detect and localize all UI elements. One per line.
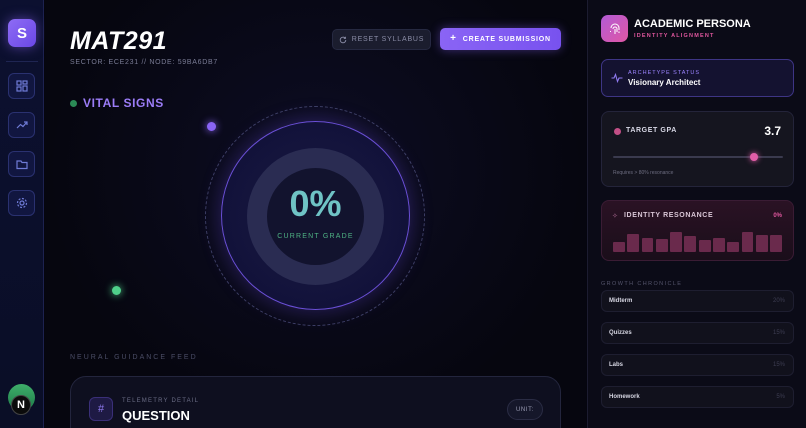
app-logo[interactable]: S — [8, 19, 36, 47]
chronicle-item[interactable]: Labs 15% — [601, 354, 794, 376]
settings-icon — [16, 197, 27, 209]
resonance-bar — [741, 231, 754, 252]
nav-files-button[interactable] — [8, 151, 35, 177]
nav-dashboard-button[interactable] — [8, 73, 35, 99]
resonance-bar — [641, 237, 654, 252]
floating-orb-purple — [207, 122, 216, 131]
hash-glyph: # — [97, 403, 105, 415]
identity-resonance-label: IDENTITY RESONANCE — [624, 212, 714, 219]
avatar-badge[interactable]: N — [11, 395, 31, 415]
unit-label: UNIT: — [516, 406, 534, 413]
sparkle-icon: ✧ — [612, 213, 618, 220]
pulse-icon — [611, 72, 623, 84]
chronicle-item[interactable]: Midterm 20% — [601, 290, 794, 312]
resonance-bar — [770, 235, 782, 252]
current-grade-label: CURRENT GRADE — [277, 233, 354, 240]
nav-settings-button[interactable] — [8, 190, 35, 216]
target-gpa-value: 3.7 — [764, 124, 781, 138]
chronicle-item-weight: 15% — [772, 362, 785, 368]
chronicle-item-weight: 5% — [776, 394, 785, 400]
identity-resonance-value: 0% — [773, 213, 782, 219]
chronicle-item-name: Labs — [609, 362, 624, 368]
fingerprint-icon — [601, 15, 628, 42]
chronicle-item-name: Homework — [609, 394, 640, 400]
create-submission-button[interactable]: + CREATE SUBMISSION — [440, 28, 561, 50]
chronicle-item-name: Quizzes — [609, 330, 632, 336]
persona-panel: ACADEMIC PERSONA IDENTITY ALIGNMENT ARCH… — [587, 0, 806, 428]
rail-divider — [6, 61, 38, 62]
resonance-bar — [698, 240, 711, 252]
target-gpa-label: TARGET GPA — [626, 127, 677, 134]
growth-chronicle-heading: GROWTH CHRONICLE — [601, 281, 683, 287]
dashboard-icon — [15, 80, 28, 92]
resonance-bar — [670, 231, 682, 252]
nav-analytics-button[interactable] — [8, 112, 35, 138]
resonance-bar — [627, 234, 640, 252]
unit-selector[interactable]: UNIT: — [507, 399, 543, 420]
hash-icon: # — [89, 397, 113, 421]
chronicle-item[interactable]: Quizzes 15% — [601, 322, 794, 344]
refresh-icon — [339, 36, 346, 43]
target-gpa-note: Requires > 80% resonance — [613, 170, 674, 176]
create-submission-label: CREATE SUBMISSION — [462, 35, 551, 43]
sidebar-rail: S N — [0, 0, 44, 428]
resonance-bar — [713, 237, 725, 252]
resonance-bar — [727, 242, 740, 252]
resonance-bar-chart — [613, 228, 782, 252]
telemetry-detail-label: TELEMETRY DETAIL — [122, 398, 200, 404]
vital-status-dot — [70, 100, 77, 107]
trend-icon — [16, 121, 28, 129]
plus-icon: + — [450, 33, 457, 44]
main-content: MAT291 SECTOR: ECE231 // NODE: 59BA6DB7 … — [45, 0, 586, 428]
floating-orb-green — [112, 286, 121, 295]
folder-icon — [15, 160, 28, 170]
resonance-bar — [684, 236, 697, 252]
chronicle-item-weight: 15% — [772, 330, 785, 336]
resonance-bar — [655, 238, 668, 252]
logo-letter: S — [16, 24, 27, 42]
guidance-feed-heading: NEURAL GUIDANCE FEED — [70, 354, 198, 361]
course-meta: SECTOR: ECE231 // NODE: 59BA6DB7 — [70, 59, 218, 66]
chronicle-item-weight: 20% — [772, 298, 785, 304]
archetype-status-label: ARCHETYPE STATUS — [628, 70, 701, 76]
resonance-bar — [613, 242, 625, 252]
page-title: MAT291 — [70, 27, 168, 55]
persona-subtitle: IDENTITY ALIGNMENT — [634, 33, 715, 39]
persona-title: ACADEMIC PERSONA — [634, 18, 751, 30]
reset-syllabus-label: RESET SYLLABUS — [351, 36, 425, 43]
chronicle-item-name: Midterm — [609, 298, 633, 304]
avatar-badge-letter: N — [17, 399, 25, 411]
telemetry-detail-value: QUESTION — [122, 408, 190, 423]
chronicle-item[interactable]: Homework 5% — [601, 386, 794, 408]
current-grade-value: 0% — [289, 183, 342, 224]
vital-signs-heading: VITAL SIGNS — [83, 96, 164, 110]
target-gpa-dot — [614, 128, 621, 135]
archetype-status-value: Visionary Architect — [628, 78, 701, 87]
reset-syllabus-button[interactable]: RESET SYLLABUS — [332, 29, 431, 50]
resonance-bar — [755, 235, 768, 252]
